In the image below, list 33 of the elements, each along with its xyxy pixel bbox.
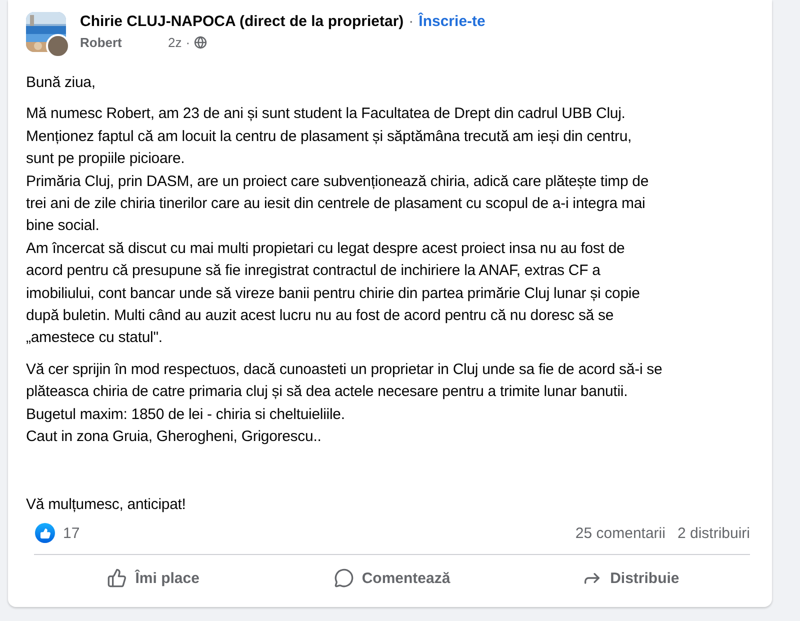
post-text-line: trei ani de zile chiria tinerilor care au iesit din centrele de plasament cu scopul de a-i integra mai xyxy=(26,194,646,214)
post-text-line: Mă numesc Robert, am 23 de ani și sunt student la Facultatea de Drept din cadrul UBB Cluj. xyxy=(26,104,626,124)
post-text-line: plăteasca chiria de catre primaria cluj și să dea actele necesare pentru a trimite lunar banutii. xyxy=(26,382,629,402)
join-link[interactable]: Înscrie-te xyxy=(418,13,486,30)
comment-count[interactable]: 25 comentarii xyxy=(575,524,666,542)
share-button[interactable]: Distribuie xyxy=(511,555,750,601)
like-reaction-icon[interactable] xyxy=(35,523,55,543)
globe-icon xyxy=(194,36,208,49)
post-text-line: Caut in zona Gruia, Gherogheni, Grigorescu.. xyxy=(26,427,322,448)
post-text-line: sunt pe propiile picioare. xyxy=(26,149,186,170)
separator-dot: · xyxy=(186,35,190,50)
post-text-line: Bugetul maxim: 1850 de lei - chiria si cheltuieliile. xyxy=(26,404,346,425)
post-text-line: „amestece cu statul". xyxy=(26,328,164,348)
comment-button[interactable]: Comentează xyxy=(272,555,512,601)
post-text-line: Menționez faptul că am locuit la centru de plasament și săptămâna trecută am ieși din centru, xyxy=(26,126,633,147)
share-count[interactable]: 2 distribuiri xyxy=(677,524,750,542)
group-name[interactable]: Chirie CLUJ-NAPOCA (direct de la proprietar) xyxy=(80,13,404,30)
separator-dot: · xyxy=(408,13,414,30)
post-text-line: Primăria Cluj, prin DASM, are un proiect care subvenționează chiria, adică care plătește timp de xyxy=(26,172,650,192)
post-text-line: bine social. xyxy=(26,216,100,236)
speech-bubble-icon xyxy=(334,568,354,588)
post-text-line: acord pentru că presupune să fie inregistrat contractul de inchiriere la ANAF, extras CF a xyxy=(26,261,602,282)
like-button[interactable]: Îmi place xyxy=(34,555,273,601)
thumbs-up-icon xyxy=(107,568,128,588)
post-text-line: Vă cer sprijin în mod respectuos, dacă cunoasteti un proprietar in Cluj unde sa fie de acord să-i se xyxy=(26,360,664,380)
reaction-count[interactable]: 17 xyxy=(63,524,80,542)
post-text-line: imobiliului, cont bancar unde să vireze banii pentru chirie din partea primărie Cluj lunar și copie xyxy=(26,284,641,304)
post-text-line: Bună ziua, xyxy=(26,73,96,93)
post-time[interactable]: 2z xyxy=(168,35,182,50)
author-name[interactable]: Robert xyxy=(80,35,164,50)
post-text-line: după buletin. Multi când au auzit acest lucru nu au fost de acord pentru că nu doresc să se xyxy=(26,306,615,326)
post-text-line: Vă mulțumesc, anticipat! xyxy=(26,494,187,514)
post-text-line: Am încercat să discut cu mai multi propietari cu legat despre acest proiect insa nu au fost de xyxy=(26,238,626,259)
